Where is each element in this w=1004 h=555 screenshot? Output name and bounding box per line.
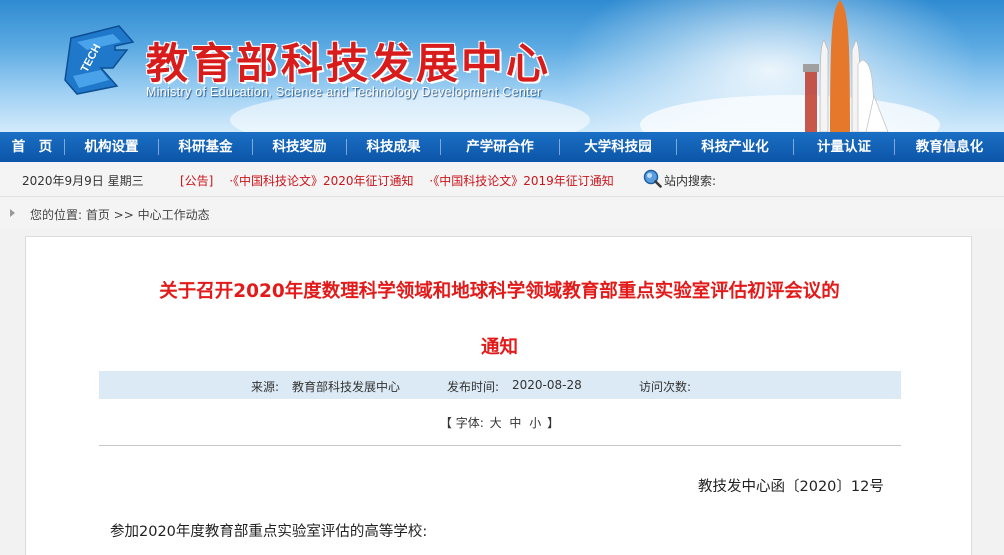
site-subtitle: Ministry of Education, Science and Techn… (146, 85, 542, 99)
info-bar: 2020年9月9日 星期三 [公告] ·《中国科技论文》2020年征订通知 ·《… (0, 162, 1004, 197)
logo-icon[interactable]: TECH (57, 20, 139, 100)
font-size-large[interactable]: 大 (490, 416, 502, 430)
site-title: 教育部科技发展中心 (146, 39, 552, 88)
visits-label: 访问次数: (639, 380, 692, 394)
source-label: 来源: (251, 380, 280, 394)
notice-tag: [公告] (180, 174, 214, 188)
date-label: 发布时间: (447, 380, 500, 394)
nav-cooperation[interactable]: 产学研合作 (441, 132, 559, 162)
nav-science-park[interactable]: 大学科技园 (560, 132, 676, 162)
notice-link[interactable]: ·《中国科技论文》2020年征订通知 (229, 174, 413, 188)
article-greeting: 参加2020年度教育部重点实验室评估的高等学校: (110, 524, 428, 540)
space-shuttle-icon (803, 0, 889, 132)
article-title-line2: 通知 (480, 337, 518, 358)
search-icon[interactable] (642, 168, 662, 188)
nav-organization[interactable]: 机构设置 (65, 132, 158, 162)
nav-industrialization[interactable]: 科技产业化 (677, 132, 793, 162)
source-value: 教育部科技发展中心 (292, 380, 401, 394)
nav-research-fund[interactable]: 科研基金 (159, 132, 252, 162)
font-size-medium[interactable]: 中 (509, 416, 521, 430)
font-size-close: 】 (547, 416, 560, 430)
notice-ticker: [公告] ·《中国科技论文》2020年征订通知 ·《中国科技论文》2019年征订… (180, 172, 614, 189)
search-label: 站内搜索: (664, 174, 717, 188)
font-size-switcher: 【 字体: 大 中 小 】 (26, 414, 973, 431)
nav-certification[interactable]: 计量认证 (794, 132, 894, 162)
nav-informatization[interactable]: 教育信息化 (895, 132, 1004, 162)
article-meta: 来源: 教育部科技发展中心 发布时间: 2020-08-28 访问次数: (99, 371, 901, 399)
nav-achievements[interactable]: 科技成果 (347, 132, 440, 162)
publish-date: 2020-08-28 (512, 378, 582, 392)
notice-link[interactable]: ·《中国科技论文》2019年征订通知 (429, 174, 613, 188)
document-number: 教技发中心函〔2020〕12号 (698, 479, 884, 495)
nav-awards[interactable]: 科技奖励 (253, 132, 346, 162)
nav-home[interactable]: 首 页 (0, 132, 64, 162)
divider (99, 445, 901, 446)
breadcrumb: 您的位置: 首页 >> 中心工作动态 (0, 198, 1004, 228)
main-nav: 首 页 机构设置 科研基金 科技奖励 科技成果 产学研合作 大学科技园 科技产业… (0, 132, 1004, 162)
font-size-small[interactable]: 小 (529, 416, 541, 430)
article-title-line1: 关于召开2020年度数理科学领域和地球科学领域教育部重点实验室评估初评会议的 (159, 281, 840, 302)
article-panel: 关于召开2020年度数理科学领域和地球科学领域教育部重点实验室评估初评会议的 通… (25, 236, 972, 555)
current-date: 2020年9月9日 星期三 (22, 174, 144, 188)
breadcrumb-text[interactable]: 您的位置: 首页 >> 中心工作动态 (30, 206, 210, 223)
breadcrumb-arrow-icon (10, 209, 15, 217)
font-size-open: 【 字体: (439, 416, 484, 430)
header-banner: TECH 教育部科技发展中心 Ministry of Education, Sc… (0, 0, 1004, 132)
